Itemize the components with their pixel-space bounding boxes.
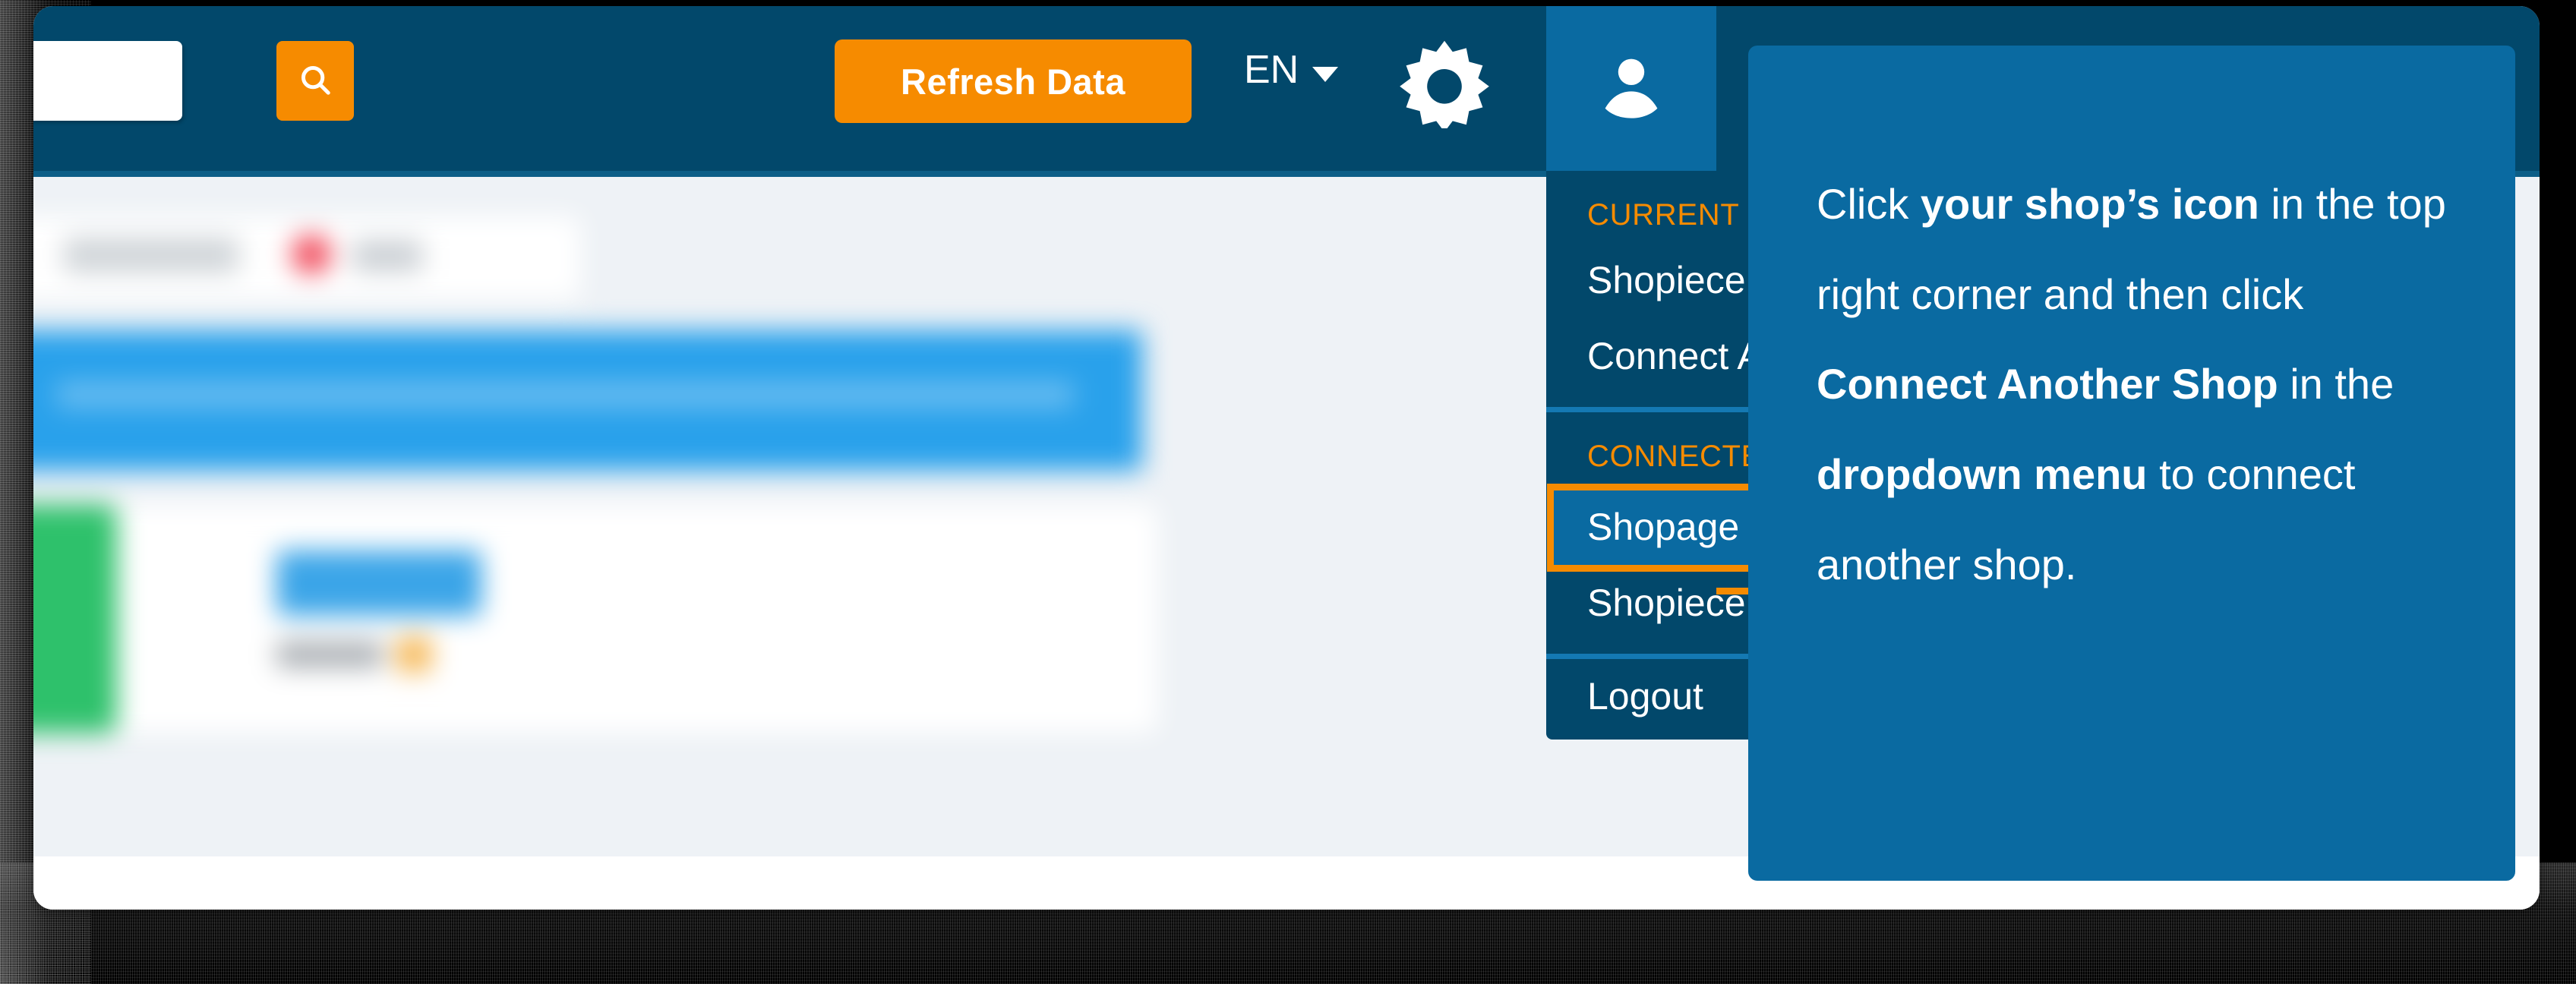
chevron-down-icon xyxy=(1312,67,1339,82)
instruction-callout-text: Click your shop’s icon in the top right … xyxy=(1817,180,2446,588)
bg-stat-number xyxy=(276,550,481,616)
settings-button[interactable] xyxy=(1393,33,1496,136)
instruction-callout-panel: Click your shop’s icon in the top right … xyxy=(1748,46,2515,881)
language-label: EN xyxy=(1244,48,1299,92)
browser-card: Refresh Data EN CURRENT SHOP Shopiece Co… xyxy=(33,6,2540,910)
callout-emphasis: Connect Another Shop xyxy=(1817,360,2278,408)
gear-icon xyxy=(1399,37,1490,132)
bg-stat-card xyxy=(33,505,1157,733)
language-switcher[interactable]: EN xyxy=(1244,47,1339,93)
user-shop-icon-button[interactable] xyxy=(1546,6,1716,171)
bg-star-icon xyxy=(396,637,431,672)
bg-banner-text xyxy=(56,382,1074,408)
bg-stat-label xyxy=(276,642,383,667)
bg-chip-secondary xyxy=(352,241,422,271)
search-input[interactable] xyxy=(33,41,182,121)
bg-stat-card-accent xyxy=(33,505,117,733)
callout-emphasis: your shop’s icon xyxy=(1920,180,2259,228)
bg-chip xyxy=(64,238,238,273)
search-button[interactable] xyxy=(276,41,354,121)
bg-status-dot xyxy=(292,235,331,274)
screen-backdrop: Refresh Data EN CURRENT SHOP Shopiece Co… xyxy=(0,0,2576,984)
callout-emphasis: dropdown menu xyxy=(1817,450,2148,499)
person-icon xyxy=(1595,50,1668,127)
search-icon xyxy=(298,62,333,99)
refresh-data-button[interactable]: Refresh Data xyxy=(835,39,1192,123)
